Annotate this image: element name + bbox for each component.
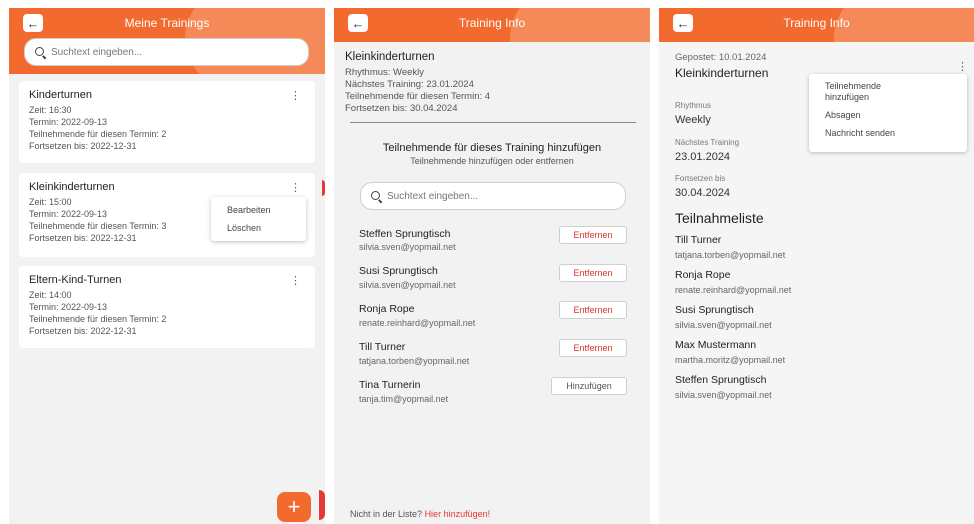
next-training-label: Nächstes Training xyxy=(675,138,740,147)
training-participants: Teilnehmende für diesen Termin: 2 xyxy=(29,129,167,139)
training-name: Kleinkinderturnen xyxy=(29,181,115,193)
footer-text: Nicht in der Liste? xyxy=(350,509,423,519)
search-icon xyxy=(371,191,381,201)
more-vert-icon[interactable]: ⋮ xyxy=(290,91,301,102)
divider xyxy=(350,122,636,123)
participant-email: silvia.sven@yopmail.net xyxy=(359,280,456,290)
header: ← Training Info xyxy=(659,8,974,42)
training-card[interactable]: Eltern-Kind-Turnen Zeit: 14:00 Termin: 2… xyxy=(19,266,315,348)
participant-name: Till Turner xyxy=(359,341,406,353)
participant-name: Steffen Sprungtisch xyxy=(359,228,451,240)
menu-item-edit[interactable]: Bearbeiten xyxy=(211,201,306,219)
continue-until-label: Fortsetzen bis xyxy=(675,174,726,183)
plus-icon: + xyxy=(287,494,301,519)
participant-name: Tina Turnerin xyxy=(359,379,421,391)
add-new-participant-link[interactable]: Hier hinzufügen! xyxy=(425,509,491,519)
participant-email: renate.reinhard@yopmail.net xyxy=(675,285,792,295)
participant-name: Max Mustermann xyxy=(675,339,757,351)
menu-item-add-line1: Teilnehmende xyxy=(825,81,882,91)
back-button[interactable]: ← xyxy=(23,14,43,32)
participant-name: Susi Sprungtisch xyxy=(359,265,438,277)
page-title: Training Info xyxy=(458,16,526,30)
training-name: Kinderturnen xyxy=(29,89,92,101)
section-subtitle: Teilnehmende hinzufügen oder entfernen xyxy=(410,156,574,166)
participants-list-title: Teilnahmeliste xyxy=(675,210,764,226)
next-training-value: 23.01.2024 xyxy=(675,151,731,163)
section-title: Teilnehmende für dieses Training hinzufü… xyxy=(382,142,602,154)
footer: Nicht in der Liste? Hier hinzufügen! xyxy=(350,509,490,519)
arrow-left-icon: ← xyxy=(26,15,40,31)
training-participants: Teilnehmende für diesen Termin: 4 xyxy=(345,91,491,102)
participant-email: silvia.sven@yopmail.net xyxy=(675,390,772,400)
remove-participant-button[interactable]: Entfernen xyxy=(559,339,627,357)
participant-email: silvia.sven@yopmail.net xyxy=(359,242,456,252)
rhythm-value: Weekly xyxy=(675,114,711,126)
training-continue-until: Fortsetzen bis: 30.04.2024 xyxy=(345,103,458,114)
remove-participant-button[interactable]: Entfernen xyxy=(559,301,627,319)
next-training: Nächstes Training: 23.01.2024 xyxy=(345,79,474,90)
remove-participant-button[interactable]: Entfernen xyxy=(559,264,627,282)
menu-item-delete[interactable]: Löschen xyxy=(211,219,306,237)
menu-item-cancel-training[interactable]: Absagen xyxy=(809,106,967,124)
menu-item-add-participants[interactable]: Teilnehmende hinzufügen xyxy=(809,78,967,106)
header: ← Training Info xyxy=(334,8,650,42)
options-menu: Teilnehmende hinzufügen Absagen Nachrich… xyxy=(809,74,967,152)
training-time: Zeit: 16:30 xyxy=(29,105,72,115)
participant-name: Steffen Sprungtisch xyxy=(675,374,767,386)
rhythm-label: Rhythmus xyxy=(675,101,712,110)
posted-date: Gepostet: 10.01.2024 xyxy=(675,52,767,63)
screen-my-trainings: ← Meine Trainings Suchtext eingeben... K… xyxy=(9,8,325,524)
participant-email: silvia.sven@yopmail.net xyxy=(675,320,772,330)
participant-name: Till Turner xyxy=(675,234,722,246)
remove-participant-button[interactable]: Entfernen xyxy=(559,226,627,244)
search-input[interactable]: Suchtext eingeben... xyxy=(24,38,309,66)
training-date: Termin: 2022-09-13 xyxy=(29,117,108,127)
menu-item-add-line2: hinzufügen xyxy=(825,92,870,102)
search-placeholder: Suchtext eingeben... xyxy=(51,46,143,58)
participant-email: tatjana.torben@yopmail.net xyxy=(675,250,786,260)
context-menu: Bearbeiten Löschen xyxy=(211,197,306,241)
screen-training-info-edit: ← Training Info Kleinkinderturnen Rhythm… xyxy=(334,8,650,524)
participant-name: Susi Sprungtisch xyxy=(675,304,754,316)
menu-item-send-message[interactable]: Nachricht senden xyxy=(809,124,967,142)
more-vert-icon[interactable]: ⋮ xyxy=(957,60,968,73)
participant-email: martha.moritz@yopmail.net xyxy=(675,355,786,365)
training-name: Eltern-Kind-Turnen xyxy=(29,274,122,286)
participant-name: Ronja Rope xyxy=(675,269,731,281)
training-date: Termin: 2022-09-13 xyxy=(29,302,108,312)
training-continue-until: Fortsetzen bis: 2022-12-31 xyxy=(29,141,137,151)
training-continue-until: Fortsetzen bis: 2022-12-31 xyxy=(29,326,137,336)
page-title: Training Info xyxy=(783,16,850,30)
edge-indicator xyxy=(322,180,325,196)
training-name: Kleinkinderturnen xyxy=(675,66,769,80)
search-input[interactable]: Suchtext eingeben... xyxy=(360,182,626,210)
add-training-button[interactable]: + xyxy=(277,492,311,522)
training-time: Zeit: 14:00 xyxy=(29,290,72,300)
training-name: Kleinkinderturnen xyxy=(345,51,435,63)
training-participants: Teilnehmende für diesen Termin: 2 xyxy=(29,314,167,324)
training-rhythm: Rhythmus: Weekly xyxy=(345,67,425,78)
search-placeholder: Suchtext eingeben... xyxy=(387,190,479,202)
more-vert-icon[interactable]: ⋮ xyxy=(290,276,301,287)
edge-indicator xyxy=(319,490,325,520)
participant-email: tanja.tim@yopmail.net xyxy=(359,394,449,404)
participant-email: renate.reinhard@yopmail.net xyxy=(359,318,476,328)
page-title: Meine Trainings xyxy=(124,16,210,30)
participant-email: tatjana.torben@yopmail.net xyxy=(359,356,470,366)
search-icon xyxy=(35,47,45,57)
screen-training-info-view: ← Training Info Gepostet: 10.01.2024 Kle… xyxy=(659,8,974,524)
add-participant-button[interactable]: Hinzufügen xyxy=(551,377,627,395)
more-vert-icon[interactable]: ⋮ xyxy=(290,183,301,194)
participant-name: Ronja Rope xyxy=(359,303,415,315)
continue-until-value: 30.04.2024 xyxy=(675,187,731,199)
training-card[interactable]: Kinderturnen Zeit: 16:30 Termin: 2022-09… xyxy=(19,81,315,163)
